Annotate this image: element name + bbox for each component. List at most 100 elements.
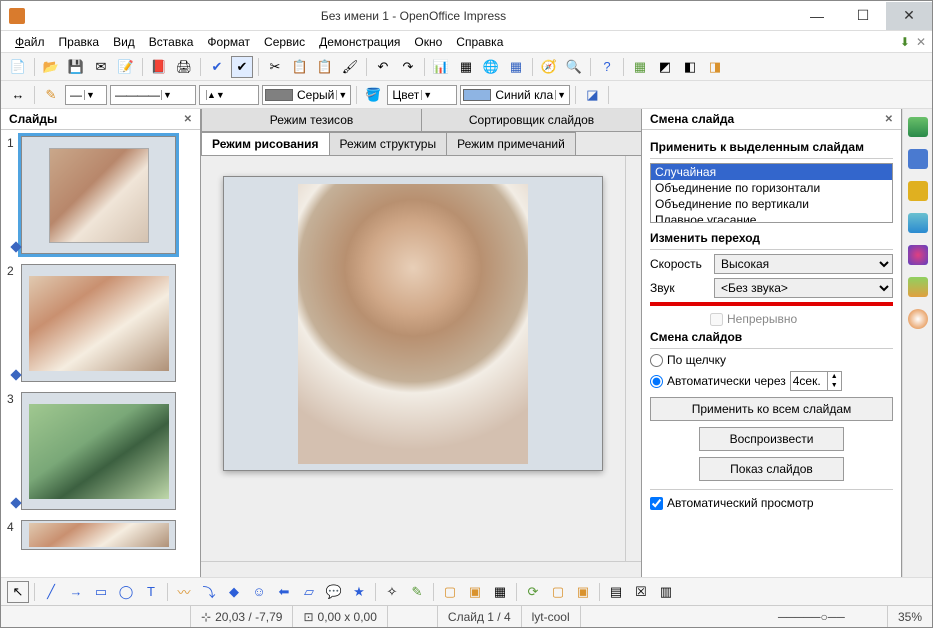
sound-select[interactable]: <Без звука> [714, 278, 893, 298]
basic-shapes-icon[interactable]: ◆ [223, 581, 245, 603]
auto-preview-checkbox[interactable] [650, 497, 663, 510]
auto-radio[interactable] [650, 375, 663, 388]
play-button[interactable]: Воспроизвести [699, 427, 845, 451]
slide-thumb-4[interactable]: 4 [7, 520, 194, 550]
tab-sorter[interactable]: Сортировщик слайдов [421, 109, 642, 131]
menu-format[interactable]: Формат [201, 33, 256, 51]
curve-tool-icon[interactable]: 〰 [173, 581, 195, 603]
layout-icon[interactable]: ☒ [630, 581, 652, 603]
spellcheck-icon[interactable]: ✔ [206, 56, 228, 78]
stars-icon[interactable]: ★ [348, 581, 370, 603]
fill-mode-dropdown[interactable]: Цвет▼ [387, 85, 457, 105]
slide-thumb-3[interactable]: 3 [7, 392, 194, 510]
open-icon[interactable]: 📂 [40, 56, 62, 78]
close-doc-icon[interactable]: ✕ [916, 35, 926, 49]
email-icon[interactable]: ✉ [90, 56, 112, 78]
styles-icon[interactable] [908, 245, 928, 265]
print-icon[interactable]: 🖨 [173, 56, 195, 78]
line-style-icon[interactable]: ✎ [40, 84, 62, 106]
shadow-icon[interactable]: ◪ [581, 84, 603, 106]
glue-icon[interactable]: ✎ [406, 581, 428, 603]
menu-file[interactable]: Файл [9, 33, 51, 51]
line-width-dropdown[interactable]: ▲▼ [199, 85, 259, 105]
arrow-style-icon[interactable]: ↔ [7, 84, 29, 106]
slide-thumb-2[interactable]: 2 [7, 264, 194, 382]
auto-time-spinner[interactable]: ▲▼ [790, 371, 842, 391]
navigator-icon[interactable]: 🧭 [538, 56, 560, 78]
master-pages-icon[interactable] [908, 149, 928, 169]
menu-window[interactable]: Окно [408, 33, 448, 51]
task-panel-close-icon[interactable]: ✕ [885, 114, 893, 125]
rect-tool-icon[interactable]: ▭ [90, 581, 112, 603]
list-item[interactable]: Случайная [651, 164, 892, 180]
tab-drawing[interactable]: Режим рисования [201, 132, 330, 155]
gallery-icon[interactable]: ▦ [629, 56, 651, 78]
menu-tools[interactable]: Сервис [258, 33, 311, 51]
redo-icon[interactable]: ↷ [397, 56, 419, 78]
tab-notes[interactable]: Режим примечаний [446, 132, 576, 155]
custom-animation-icon[interactable] [908, 181, 928, 201]
export-pdf-icon[interactable]: 📕 [148, 56, 170, 78]
slide-content[interactable] [223, 176, 603, 471]
paste-icon[interactable]: 📋 [314, 56, 336, 78]
symbol-shapes-icon[interactable]: ☺ [248, 581, 270, 603]
fill-type-icon[interactable]: 🪣 [362, 84, 384, 106]
options-icon[interactable]: ◨ [704, 56, 726, 78]
vertical-scrollbar[interactable] [625, 156, 641, 561]
transition-list[interactable]: Случайная Объединение по горизонтали Объ… [650, 163, 893, 223]
arrange-icon[interactable]: ▣ [572, 581, 594, 603]
block-arrows-icon[interactable]: ⬅ [273, 581, 295, 603]
line-pattern-dropdown[interactable]: ————▼ [110, 85, 196, 105]
select-tool-icon[interactable]: ↖ [7, 581, 29, 603]
align-icon[interactable]: ▢ [547, 581, 569, 603]
table-icon[interactable]: ▦ [455, 56, 477, 78]
ellipse-tool-icon[interactable]: ◯ [115, 581, 137, 603]
navigator-sidebar-icon[interactable] [908, 309, 928, 329]
slide-design-icon[interactable]: ▥ [655, 581, 677, 603]
list-item[interactable]: Объединение по вертикали [651, 196, 892, 212]
menu-slideshow[interactable]: Демонстрация [313, 33, 406, 51]
speed-select[interactable]: Высокая [714, 254, 893, 274]
slides-panel-close-icon[interactable]: ✕ [184, 114, 192, 125]
auto-time-input[interactable] [791, 372, 827, 390]
horizontal-scrollbar[interactable] [201, 561, 641, 577]
maximize-button[interactable]: ☐ [840, 2, 886, 30]
help-icon[interactable]: ? [596, 56, 618, 78]
minimize-button[interactable]: — [794, 2, 840, 30]
edit-doc-icon[interactable]: 📝 [115, 56, 137, 78]
slideshow-button[interactable]: Показ слайдов [699, 457, 845, 481]
connector-tool-icon[interactable]: ⤵ [198, 581, 220, 603]
slideshow-icon[interactable]: ▦ [505, 56, 527, 78]
copy-icon[interactable]: 📋 [289, 56, 311, 78]
line-ends-dropdown[interactable]: —▼ [65, 85, 107, 105]
slide-transition-icon[interactable] [908, 213, 928, 233]
arrow-tool-icon[interactable]: → [65, 581, 87, 603]
save-icon[interactable]: 💾 [65, 56, 87, 78]
zoom-icon[interactable]: 🔍 [563, 56, 585, 78]
list-item[interactable]: Плавное угасание [651, 212, 892, 223]
menu-help[interactable]: Справка [450, 33, 509, 51]
close-button[interactable]: ✕ [886, 2, 932, 30]
menu-view[interactable]: Вид [107, 33, 141, 51]
from-file-icon[interactable]: ▣ [464, 581, 486, 603]
rotate-icon[interactable]: ⟳ [522, 581, 544, 603]
tab-outline[interactable]: Режим тезисов [201, 109, 422, 131]
properties-icon[interactable] [908, 117, 928, 137]
slide-list[interactable]: 1 2 3 4 [1, 130, 200, 577]
autospell-icon[interactable]: ✔ [231, 56, 253, 78]
new-icon[interactable]: 📄 [7, 56, 29, 78]
spin-up-icon[interactable]: ▲ [827, 372, 841, 381]
gallery-draw-icon[interactable]: ▦ [489, 581, 511, 603]
navigator2-icon[interactable]: ◧ [679, 56, 701, 78]
gallery-sidebar-icon[interactable] [908, 277, 928, 297]
fill-color-dropdown[interactable]: Синий кла▼ [460, 85, 570, 105]
format-paint-icon[interactable]: 🖌 [339, 56, 361, 78]
on-click-radio[interactable] [650, 354, 663, 367]
menu-insert[interactable]: Вставка [143, 33, 200, 51]
cut-icon[interactable]: ✂ [264, 56, 286, 78]
flowchart-icon[interactable]: ▱ [298, 581, 320, 603]
insert-slide-icon[interactable]: ▤ [605, 581, 627, 603]
slide-canvas[interactable] [201, 156, 625, 561]
list-item[interactable]: Объединение по горизонтали [651, 180, 892, 196]
download-icon[interactable]: ⬇ [900, 35, 910, 49]
